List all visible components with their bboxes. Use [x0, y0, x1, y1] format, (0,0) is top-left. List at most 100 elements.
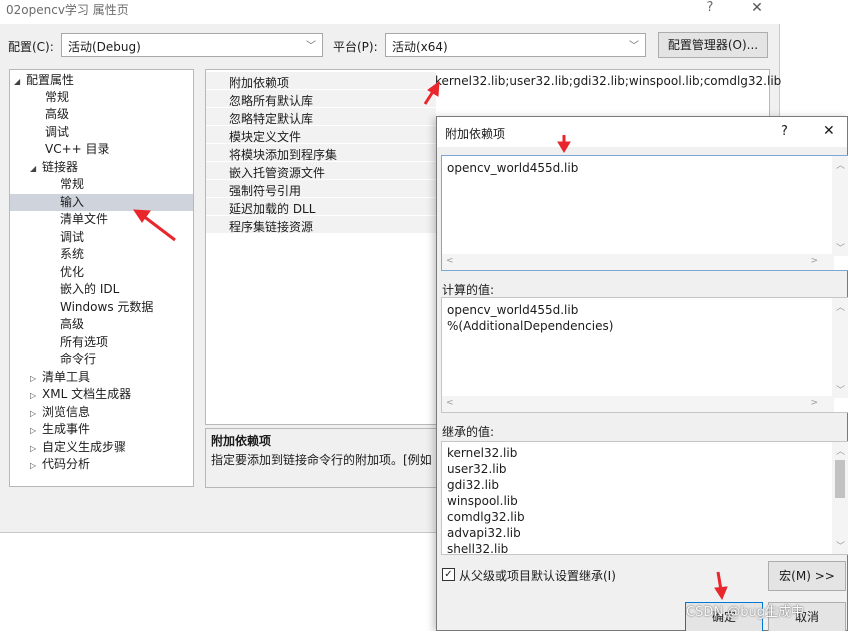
scroll-down-icon[interactable]: ﹀	[836, 539, 845, 552]
property-tree: ◢ 配置属性 常规 高级 调试 VC++ 目录 ◢ 链接器 常规 输入 清单文件 调…	[9, 69, 194, 487]
tree-item-label: 调试	[60, 230, 85, 244]
tree-item-command-line[interactable]: 命令行	[60, 351, 96, 368]
collapsed-arrow-icon[interactable]: ▷	[30, 370, 42, 387]
tree-item-advanced[interactable]: 高级	[45, 106, 69, 123]
vertical-scrollbar[interactable]: ︿ ﹀	[832, 156, 848, 256]
tree-item-code-analysis[interactable]: ▷ 代码分析	[30, 456, 90, 473]
inherited-value-line: winspool.lib	[447, 494, 518, 508]
tree-item-optimization[interactable]: 优化	[60, 264, 84, 281]
configuration-manager-button[interactable]: 配置管理器(O)...	[658, 32, 768, 58]
help-button[interactable]: ?	[700, 0, 720, 20]
grid-row-name: 模块定义文件	[229, 130, 302, 144]
computed-values-box: opencv_world455d.lib %(AdditionalDepende…	[441, 297, 848, 413]
tree-item-system[interactable]: 系统	[60, 246, 84, 263]
tree-item-label: 优化	[60, 265, 85, 279]
platform-label: 平台(P):	[333, 40, 378, 54]
tree-item-label: 常规	[60, 177, 85, 191]
tree-item-general[interactable]: 常规	[45, 89, 69, 106]
dialog-close-button[interactable]: ✕	[823, 123, 835, 139]
tree-item-vc-directories[interactable]: VC++ 目录	[45, 141, 110, 158]
tree-item-xml-doc-generator[interactable]: ▷ XML 文档生成器	[30, 386, 131, 403]
tree-item-label: 高级	[45, 107, 70, 121]
close-button[interactable]: ✕	[746, 0, 768, 20]
tree-item-linker-input[interactable]: 输入	[10, 194, 193, 211]
tree-item-label: XML 文档生成器	[42, 387, 132, 401]
grid-row-ignore-all-default-libs[interactable]: 忽略所有默认库	[206, 90, 436, 108]
configuration-combo[interactable]: 活动(Debug) ﹀	[61, 33, 323, 57]
scroll-up-icon[interactable]: ︿	[836, 300, 845, 313]
tree-item-manifest-tool[interactable]: ▷ 清单工具	[30, 369, 90, 386]
tree-item-embedded-idl[interactable]: 嵌入的 IDL	[60, 281, 119, 298]
tree-item-custom-build-step[interactable]: ▷ 自定义生成步骤	[30, 439, 126, 456]
tree-item-label: 浏览信息	[42, 405, 91, 419]
tree-item-debugging[interactable]: 调试	[45, 124, 69, 141]
grid-row-value[interactable]: kernel32.lib;user32.lib;gdi32.lib;winspo…	[435, 74, 781, 88]
inherited-values-box: kernel32.lib user32.lib gdi32.lib winspo…	[441, 441, 848, 556]
collapsed-arrow-icon[interactable]: ▷	[30, 405, 42, 422]
dialog-title: 附加依赖项	[445, 127, 506, 141]
grid-row-name: 忽略所有默认库	[229, 94, 314, 108]
inherit-checkbox-label: 从父级或项目默认设置继承(I)	[459, 569, 616, 583]
grid-row-additional-dependencies[interactable]: 附加依赖项 kernel32.lib;user32.lib;gdi32.lib;…	[206, 72, 781, 90]
collapsed-arrow-icon[interactable]: ▷	[30, 457, 42, 474]
tree-item-linker-debugging[interactable]: 调试	[60, 229, 84, 246]
tree-item-label: 调试	[45, 125, 70, 139]
computed-values-label: 计算的值:	[442, 283, 495, 297]
inherited-value-line: kernel32.lib	[447, 446, 518, 460]
tree-item-build-events[interactable]: ▷ 生成事件	[30, 421, 90, 438]
description-title: 附加依赖项	[211, 434, 272, 448]
tree-item-windows-metadata[interactable]: Windows 元数据	[60, 299, 153, 316]
inherited-value-line: comdlg32.lib	[447, 510, 525, 524]
inherit-checkbox[interactable]: ✓	[442, 568, 455, 581]
tree-item-linker[interactable]: ◢ 链接器	[30, 159, 78, 176]
macros-button[interactable]: 宏(M) >>	[768, 561, 846, 591]
grid-row-force-symbol-references[interactable]: 强制符号引用	[206, 180, 436, 198]
scroll-up-icon[interactable]: ︿	[836, 444, 845, 457]
scroll-right-icon[interactable]: >	[810, 256, 818, 266]
window-titlebar: 02opencv学习 属性页 ? ✕	[0, 0, 780, 24]
tree-item-config-properties[interactable]: ◢ 配置属性	[14, 72, 74, 89]
grid-row-module-definition-file[interactable]: 模块定义文件	[206, 126, 436, 144]
horizontal-scrollbar[interactable]: < >	[442, 254, 834, 270]
grid-row-embed-managed-resource[interactable]: 嵌入托管资源文件	[206, 162, 436, 180]
vertical-scrollbar[interactable]: ︿ ﹀	[832, 442, 848, 554]
grid-row-assembly-link-resource[interactable]: 程序集链接资源	[206, 216, 436, 234]
tree-item-all-options[interactable]: 所有选项	[60, 334, 108, 351]
tree-item-linker-advanced[interactable]: 高级	[60, 316, 84, 333]
dialog-help-button[interactable]: ?	[781, 124, 788, 139]
chevron-down-icon: ﹀	[629, 41, 639, 52]
expanded-arrow-icon[interactable]: ◢	[14, 73, 26, 90]
grid-row-name: 忽略特定默认库	[229, 112, 314, 126]
scroll-left-icon[interactable]: <	[446, 398, 454, 408]
scroll-left-icon[interactable]: <	[446, 256, 454, 266]
chevron-down-icon: ﹀	[306, 41, 316, 52]
tree-item-label: 生成事件	[42, 422, 91, 436]
tree-item-label: 自定义生成步骤	[42, 440, 127, 454]
grid-row-add-module-to-assembly[interactable]: 将模块添加到程序集	[206, 144, 436, 162]
collapsed-arrow-icon[interactable]: ▷	[30, 440, 42, 457]
tree-item-label: 代码分析	[42, 457, 91, 471]
grid-row-name: 程序集链接资源	[229, 220, 314, 234]
tree-item-browse-info[interactable]: ▷ 浏览信息	[30, 404, 90, 421]
inherited-values-label: 继承的值:	[442, 425, 495, 439]
collapsed-arrow-icon[interactable]: ▷	[30, 387, 42, 404]
tree-item-linker-general[interactable]: 常规	[60, 176, 84, 193]
tree-item-label: 常规	[45, 90, 70, 104]
collapsed-arrow-icon[interactable]: ▷	[30, 422, 42, 439]
scroll-down-icon[interactable]: ﹀	[836, 383, 845, 396]
vertical-scrollbar[interactable]: ︿ ﹀	[832, 298, 848, 398]
tree-item-label: 配置属性	[26, 73, 75, 87]
scroll-right-icon[interactable]: >	[810, 398, 818, 408]
scrollbar-thumb[interactable]	[835, 460, 845, 498]
tree-item-manifest-file[interactable]: 清单文件	[60, 211, 108, 228]
scroll-up-icon[interactable]: ︿	[836, 158, 845, 171]
dependencies-input[interactable]: opencv_world455d.lib ︿ ﹀ < >	[441, 155, 848, 271]
horizontal-scrollbar[interactable]: < >	[442, 396, 834, 412]
expanded-arrow-icon[interactable]: ◢	[30, 160, 42, 177]
platform-combo[interactable]: 活动(x64) ﹀	[385, 33, 646, 57]
grid-row-ignore-specific-default-libs[interactable]: 忽略特定默认库	[206, 108, 436, 126]
grid-row-delay-loaded-dlls[interactable]: 延迟加载的 DLL	[206, 198, 436, 216]
scroll-down-icon[interactable]: ﹀	[836, 241, 845, 254]
inherited-value-line: gdi32.lib	[447, 478, 499, 492]
grid-row-name: 将模块添加到程序集	[229, 148, 338, 162]
